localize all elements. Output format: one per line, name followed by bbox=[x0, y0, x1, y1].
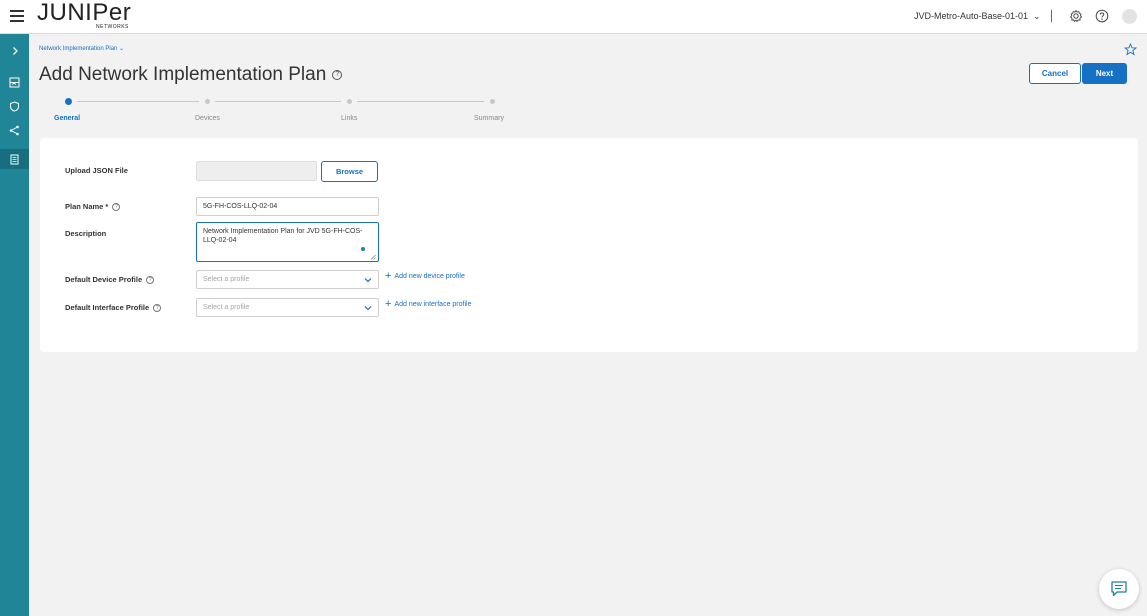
help-icon[interactable]: ? bbox=[332, 69, 343, 80]
step-links[interactable]: Links bbox=[341, 115, 357, 122]
resize-handle-icon[interactable] bbox=[370, 254, 376, 260]
interface-profile-select[interactable]: Select a profile bbox=[196, 298, 379, 317]
plan-name-label: Plan Name *? bbox=[65, 202, 121, 212]
step-dot-links bbox=[347, 99, 352, 104]
plus-icon: + bbox=[385, 298, 392, 310]
cancel-button[interactable]: Cancel bbox=[1029, 63, 1081, 84]
step-connector bbox=[77, 101, 199, 102]
topology-icon bbox=[9, 125, 19, 135]
breadcrumb[interactable]: Network Implementation Plan ⌄ bbox=[39, 45, 124, 52]
step-connector bbox=[357, 101, 484, 102]
help-icon[interactable]: ? bbox=[146, 276, 155, 285]
site-selector[interactable]: JVD-Metro-Auto-Base-01-01 ⌄ bbox=[914, 11, 1041, 22]
logo-text: JUNIPer bbox=[37, 0, 132, 26]
device-profile-label-text: Default Device Profile bbox=[65, 275, 143, 284]
browse-button[interactable]: Browse bbox=[321, 161, 378, 182]
dashboard-icon bbox=[9, 77, 20, 87]
device-profile-placeholder: Select a profile bbox=[203, 276, 250, 283]
juniper-logo[interactable]: JUNIPer NETWORKS bbox=[37, 1, 131, 33]
step-dot-summary bbox=[490, 99, 495, 104]
chat-icon bbox=[1111, 581, 1127, 597]
step-general[interactable]: General bbox=[54, 115, 80, 122]
chevron-down-icon: ⌄ bbox=[1033, 11, 1041, 21]
divider bbox=[1051, 10, 1052, 22]
step-summary[interactable]: Summary bbox=[474, 115, 504, 122]
shield-icon bbox=[10, 100, 19, 112]
description-label: Description bbox=[65, 229, 107, 238]
top-bar: JUNIPer NETWORKS JVD-Metro-Auto-Base-01-… bbox=[0, 0, 1147, 34]
help-icon[interactable]: ? bbox=[112, 203, 121, 212]
chevron-down-icon bbox=[364, 306, 372, 311]
plan-name-label-text: Plan Name * bbox=[65, 202, 109, 211]
step-connector bbox=[215, 101, 341, 102]
nav-item-documents[interactable] bbox=[0, 149, 29, 169]
nav-item-dashboard[interactable] bbox=[0, 72, 29, 92]
breadcrumb-label: Network Implementation Plan bbox=[39, 46, 118, 52]
chevron-right-icon bbox=[12, 47, 18, 55]
add-interface-profile-text: Add new interface profile bbox=[394, 301, 472, 308]
upload-file-field[interactable] bbox=[196, 161, 317, 181]
grammar-check-indicator bbox=[361, 247, 365, 251]
step-dot-devices bbox=[205, 99, 210, 104]
nav-item-topology[interactable] bbox=[0, 120, 29, 140]
description-textarea[interactable]: Network Implementation Plan for JVD 5G-F… bbox=[196, 222, 379, 262]
chat-button[interactable] bbox=[1099, 569, 1139, 609]
chevron-down-icon bbox=[364, 278, 372, 283]
device-profile-select[interactable]: Select a profile bbox=[196, 270, 379, 289]
add-device-profile-link[interactable]: + Add new device profile bbox=[385, 270, 465, 282]
favorite-star-icon[interactable] bbox=[1124, 43, 1137, 56]
left-nav bbox=[0, 34, 29, 616]
add-device-profile-text: Add new device profile bbox=[394, 273, 465, 280]
help-icon[interactable] bbox=[1095, 9, 1109, 23]
next-button[interactable]: Next bbox=[1082, 63, 1127, 84]
site-selector-label: JVD-Metro-Auto-Base-01-01 bbox=[914, 11, 1029, 21]
upload-json-label: Upload JSON File bbox=[65, 166, 128, 175]
gear-icon[interactable] bbox=[1069, 9, 1083, 23]
help-icon[interactable]: ? bbox=[153, 304, 162, 313]
device-profile-label: Default Device Profile? bbox=[65, 275, 155, 285]
interface-profile-label: Default Interface Profile? bbox=[65, 303, 162, 313]
plan-name-input[interactable] bbox=[196, 197, 379, 216]
chevron-down-icon: ⌄ bbox=[119, 46, 125, 52]
expand-nav-button[interactable] bbox=[0, 41, 29, 61]
interface-profile-placeholder: Select a profile bbox=[203, 304, 250, 311]
page-title: Add Network Implementation Plan? bbox=[39, 64, 343, 86]
page-title-text: Add Network Implementation Plan bbox=[39, 64, 327, 85]
plus-icon: + bbox=[385, 270, 392, 282]
step-dot-general bbox=[65, 98, 72, 105]
add-interface-profile-link[interactable]: + Add new interface profile bbox=[385, 298, 471, 310]
document-icon bbox=[10, 154, 19, 164]
avatar[interactable] bbox=[1122, 9, 1137, 24]
interface-profile-label-text: Default Interface Profile bbox=[65, 303, 150, 312]
nav-item-security[interactable] bbox=[0, 96, 29, 116]
menu-icon[interactable] bbox=[10, 10, 24, 22]
logo-subtext: NETWORKS bbox=[96, 24, 129, 30]
step-devices[interactable]: Devices bbox=[195, 115, 220, 122]
